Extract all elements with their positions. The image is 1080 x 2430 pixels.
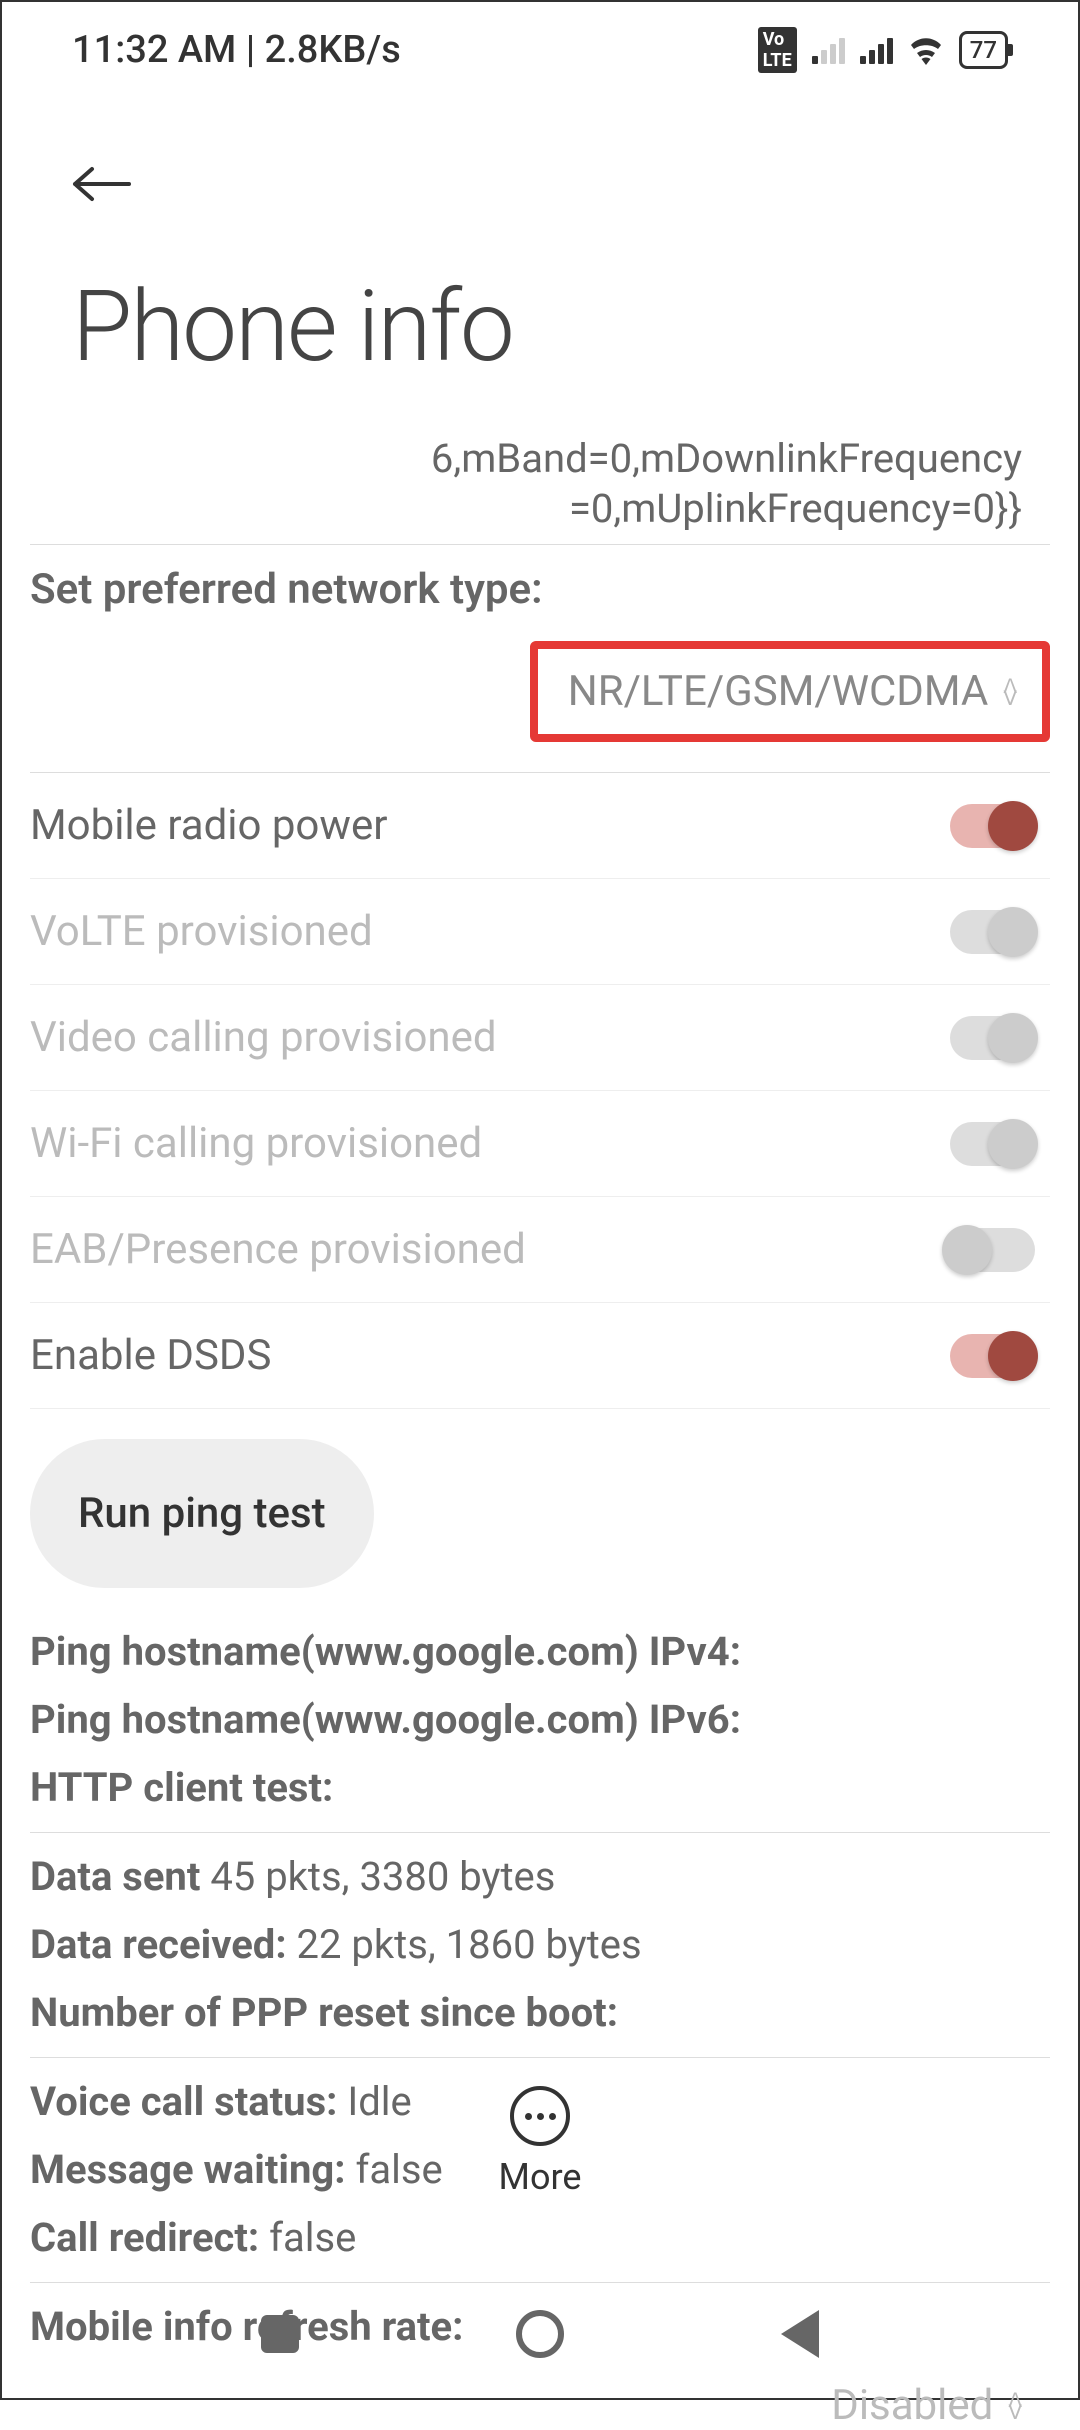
more-icon xyxy=(510,2086,570,2146)
toggle-switch xyxy=(950,1228,1035,1272)
wifi-icon xyxy=(908,35,944,65)
cell-info-text: 6,mBand=0,mDownlinkFrequency=0,mUplinkFr… xyxy=(30,414,1050,544)
back-nav-button[interactable] xyxy=(781,2310,819,2358)
ppp-reset-line: Number of PPP reset since boot: xyxy=(30,1979,1050,2047)
toggle-video-calling-provisioned: Video calling provisioned xyxy=(30,984,1050,1090)
network-type-value: NR/LTE/GSM/WCDMA xyxy=(568,667,989,716)
navigation-bar xyxy=(2,2310,1078,2358)
signal-icon-2 xyxy=(860,36,893,64)
toggle-switch[interactable] xyxy=(950,1334,1035,1378)
page-title: Phone info xyxy=(72,269,1008,384)
toggle-volte-provisioned: VoLTE provisioned xyxy=(30,878,1050,984)
back-button[interactable] xyxy=(72,148,132,219)
data-received-line: Data received: 22 pkts, 1860 bytes xyxy=(30,1911,1050,1979)
more-button[interactable]: More xyxy=(2,2086,1078,2198)
ping-ipv4-line: Ping hostname(www.google.com) IPv4: xyxy=(30,1618,1050,1686)
battery-icon: 77 xyxy=(959,31,1008,69)
home-button[interactable] xyxy=(516,2310,564,2358)
recents-button[interactable] xyxy=(261,2315,299,2353)
toggle-switch xyxy=(950,1122,1035,1166)
ping-ipv6-line: Ping hostname(www.google.com) IPv6: xyxy=(30,1686,1050,1754)
status-time: 11:32 AM | 2.8KB/s xyxy=(72,28,401,72)
run-ping-test-button[interactable]: Run ping test xyxy=(30,1439,374,1588)
signal-icon-1 xyxy=(812,36,845,64)
status-icons: VoLTE 77 xyxy=(758,27,1008,73)
toggle-enable-dsds[interactable]: Enable DSDS xyxy=(30,1302,1050,1408)
toggle-mobile-radio-power[interactable]: Mobile radio power xyxy=(30,772,1050,878)
chevron-up-down-icon: ᐱᐯ xyxy=(1003,680,1017,704)
toggle-switch[interactable] xyxy=(950,804,1035,848)
header: Phone info xyxy=(2,88,1078,414)
status-bar: 11:32 AM | 2.8KB/s VoLTE 77 xyxy=(2,2,1078,88)
volte-icon: VoLTE xyxy=(758,27,797,73)
http-client-test-line: HTTP client test: xyxy=(30,1754,1050,1822)
network-type-label: Set preferred network type: xyxy=(30,544,1050,629)
network-type-dropdown[interactable]: NR/LTE/GSM/WCDMA ᐱᐯ xyxy=(530,641,1050,742)
data-sent-line: Data sent 45 pkts, 3380 bytes xyxy=(30,1843,1050,1911)
toggle-wifi-calling-provisioned: Wi-Fi calling provisioned xyxy=(30,1090,1050,1196)
toggle-switch xyxy=(950,910,1035,954)
chevron-up-down-icon: ᐱᐯ xyxy=(1008,2394,1022,2418)
call-redirect-line: Call redirect: false xyxy=(30,2204,1050,2272)
refresh-rate-dropdown[interactable]: Disabled ᐱᐯ xyxy=(30,2361,1050,2430)
toggle-eab-presence-provisioned: EAB/Presence provisioned xyxy=(30,1196,1050,1302)
toggle-switch xyxy=(950,1016,1035,1060)
